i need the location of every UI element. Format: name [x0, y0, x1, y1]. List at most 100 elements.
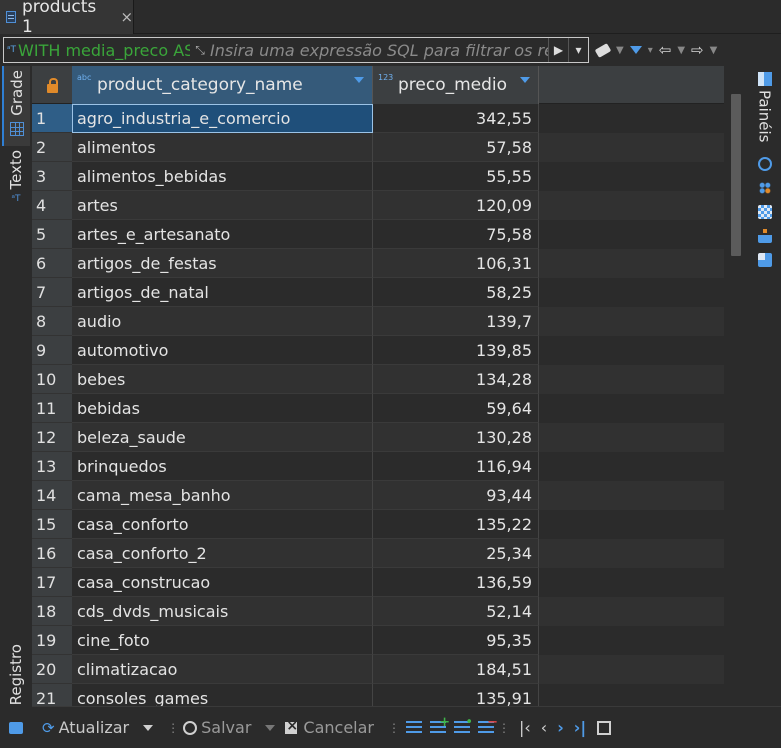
lock-icon-cell[interactable]: [32, 66, 72, 104]
filter-input[interactable]: [210, 40, 548, 60]
row-number[interactable]: 17: [32, 568, 72, 597]
cell-product-category-name[interactable]: artes_e_artesanato: [72, 220, 373, 249]
chevron-down-icon[interactable]: ▾: [648, 45, 653, 56]
table-row[interactable]: 18 cds_dvds_musicais 52,14: [32, 597, 724, 626]
row-number[interactable]: 4: [32, 191, 72, 220]
chevron-down-icon[interactable]: ▼: [677, 45, 685, 56]
table-row[interactable]: 17 casa_construcao 136,59: [32, 568, 724, 597]
row-number[interactable]: 13: [32, 452, 72, 481]
column-header-product-category-name[interactable]: abc product_category_name: [72, 66, 373, 104]
next-page-icon[interactable]: ›: [557, 718, 564, 737]
cell-preco-medio[interactable]: 184,51: [373, 655, 539, 684]
table-row[interactable]: 1 agro_industria_e_comercio 342,55: [32, 104, 724, 133]
table-row[interactable]: 15 casa_conforto 135,22: [32, 510, 724, 539]
table-row[interactable]: 10 bebes 134,28: [32, 365, 724, 394]
save-button[interactable]: Salvar: [183, 718, 276, 737]
table-row[interactable]: 20 climatizacao 184,51: [32, 655, 724, 684]
cell-product-category-name[interactable]: consoles_games: [72, 684, 373, 706]
table-row[interactable]: 9 automotivo 139,85: [32, 336, 724, 365]
chevron-down-icon[interactable]: ▼: [710, 45, 718, 56]
row-number[interactable]: 15: [32, 510, 72, 539]
edit-row-icon[interactable]: [406, 720, 422, 735]
calc-icon[interactable]: [757, 253, 772, 268]
row-number[interactable]: 21: [32, 684, 72, 706]
cell-product-category-name[interactable]: artigos_de_festas: [72, 249, 373, 278]
cell-preco-medio[interactable]: 95,35: [373, 626, 539, 655]
cell-preco-medio[interactable]: 136,59: [373, 568, 539, 597]
cell-preco-medio[interactable]: 25,34: [373, 539, 539, 568]
eraser-icon[interactable]: [594, 42, 612, 58]
cell-product-category-name[interactable]: beleza_saude: [72, 423, 373, 452]
arrow-left-icon[interactable]: ⇦: [659, 41, 672, 59]
table-row[interactable]: 11 bebidas 59,64: [32, 394, 724, 423]
row-number[interactable]: 11: [32, 394, 72, 423]
row-number[interactable]: 20: [32, 655, 72, 684]
cell-preco-medio[interactable]: 59,64: [373, 394, 539, 423]
delete-row-icon[interactable]: [478, 715, 498, 735]
cell-product-category-name[interactable]: climatizacao: [72, 655, 373, 684]
row-number[interactable]: 14: [32, 481, 72, 510]
close-icon[interactable]: ×: [120, 8, 133, 26]
table-row[interactable]: 7 artigos_de_natal 58,25: [32, 278, 724, 307]
cell-product-category-name[interactable]: agro_industria_e_comercio: [72, 104, 373, 133]
table-row[interactable]: 13 brinquedos 116,94: [32, 452, 724, 481]
row-number[interactable]: 8: [32, 307, 72, 336]
chevron-down-icon[interactable]: [265, 724, 276, 731]
cell-product-category-name[interactable]: brinquedos: [72, 452, 373, 481]
table-row[interactable]: 3 alimentos_bebidas 55,55: [32, 162, 724, 191]
panels-icon[interactable]: [757, 72, 772, 86]
cell-preco-medio[interactable]: 130,28: [373, 423, 539, 452]
cell-preco-medio[interactable]: 106,31: [373, 249, 539, 278]
fit-to-screen-icon[interactable]: [597, 720, 612, 735]
table-row[interactable]: 5 artes_e_artesanato 75,58: [32, 220, 724, 249]
row-number[interactable]: 6: [32, 249, 72, 278]
cell-preco-medio[interactable]: 75,58: [373, 220, 539, 249]
table-row[interactable]: 2 alimentos 57,58: [32, 133, 724, 162]
arrow-right-icon[interactable]: ⇨: [691, 41, 704, 59]
cell-preco-medio[interactable]: 55,55: [373, 162, 539, 191]
cell-product-category-name[interactable]: bebidas: [72, 394, 373, 423]
cell-preco-medio[interactable]: 134,28: [373, 365, 539, 394]
references-icon[interactable]: [757, 229, 772, 244]
sort-icon[interactable]: [354, 77, 364, 83]
cell-preco-medio[interactable]: 135,91: [373, 684, 539, 706]
cancel-button[interactable]: Cancelar: [285, 718, 374, 737]
tab-products-1[interactable]: products 1 ×: [0, 0, 134, 37]
cell-product-category-name[interactable]: bebes: [72, 365, 373, 394]
value-viewer-icon[interactable]: [757, 157, 772, 172]
first-page-icon[interactable]: |‹: [519, 718, 531, 737]
add-row-icon[interactable]: [430, 715, 450, 735]
cell-product-category-name[interactable]: alimentos: [72, 133, 373, 162]
row-number[interactable]: 7: [32, 278, 72, 307]
row-number[interactable]: 5: [32, 220, 72, 249]
table-row[interactable]: 21 consoles_games 135,91: [32, 684, 724, 706]
row-number[interactable]: 3: [32, 162, 72, 191]
row-number[interactable]: 2: [32, 133, 72, 162]
previous-page-icon[interactable]: ‹: [541, 718, 547, 737]
row-number[interactable]: 9: [32, 336, 72, 365]
row-number[interactable]: 12: [32, 423, 72, 452]
cell-preco-medio[interactable]: 93,44: [373, 481, 539, 510]
filter-icon[interactable]: [629, 46, 642, 54]
table-row[interactable]: 14 cama_mesa_banho 93,44: [32, 481, 724, 510]
filter-history-dropdown[interactable]: ▾: [568, 38, 588, 62]
table-row[interactable]: 16 casa_conforto_2 25,34: [32, 539, 724, 568]
tab-registro[interactable]: Registro: [2, 644, 30, 724]
copy-row-icon[interactable]: [454, 715, 473, 735]
apply-filter-button[interactable]: ▶: [548, 38, 568, 62]
cell-product-category-name[interactable]: cama_mesa_banho: [72, 481, 373, 510]
filter-query-text[interactable]: WITH media_preco AS: [18, 41, 190, 60]
cell-product-category-name[interactable]: casa_conforto_2: [72, 539, 373, 568]
panels-label[interactable]: Painéis: [756, 90, 774, 142]
tab-grade[interactable]: Grade: [2, 66, 30, 146]
expand-icon[interactable]: ⤡: [190, 43, 210, 58]
refresh-button[interactable]: ⟳ Atualizar: [42, 718, 154, 737]
column-header-preco-medio[interactable]: 123 preco_medio: [373, 66, 539, 104]
cell-preco-medio[interactable]: 139,85: [373, 336, 539, 365]
tab-texto[interactable]: Texto ᵃT: [2, 150, 30, 220]
row-number[interactable]: 16: [32, 539, 72, 568]
cell-product-category-name[interactable]: artes: [72, 191, 373, 220]
cell-product-category-name[interactable]: automotivo: [72, 336, 373, 365]
row-number[interactable]: 1: [32, 104, 72, 133]
row-number[interactable]: 10: [32, 365, 72, 394]
